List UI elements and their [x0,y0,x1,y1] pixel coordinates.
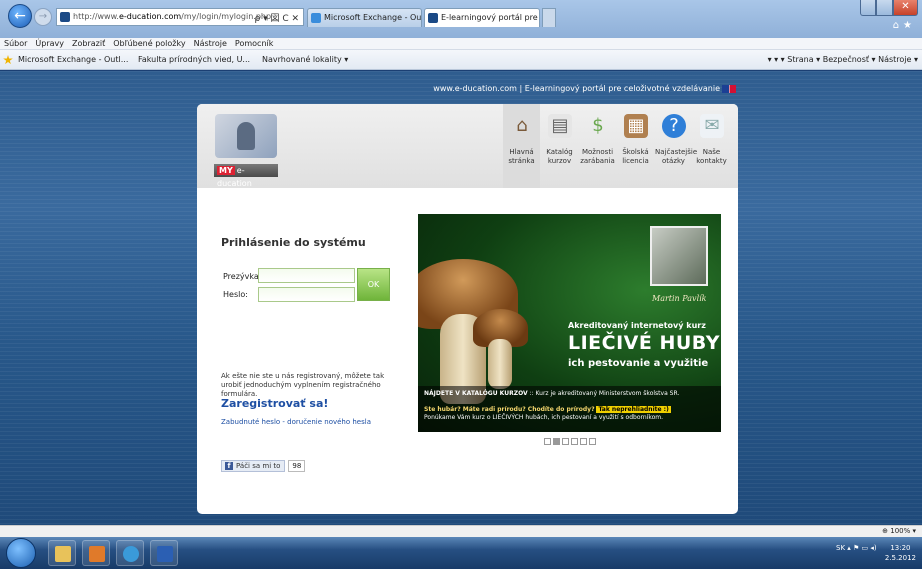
main-nav: ⌂ Hlavná stránka ▤ Katalóg kurzov $ Možn… [502,104,730,188]
facebook-like: Páči sa mi to 98 [221,459,306,472]
outlook-icon [89,546,105,562]
zoom-level[interactable]: ⊕ 100% ▾ [882,526,916,537]
favorite-exchange[interactable]: Microsoft Exchange - Outl... [18,50,128,70]
home-favorites-icons[interactable]: ⌂★ [893,20,916,31]
taskbar-explorer[interactable] [48,540,76,566]
minimize-button[interactable] [860,0,877,16]
address-bar[interactable]: http://www.e-ducation.com/my/login/mylog… [56,8,304,26]
contact-icon: ✉ [700,114,724,138]
tab-education[interactable]: E-learningový portál pre cel... ✕ [424,8,540,27]
tab-label: E-learningový portál pre cel... ✕ [441,13,539,22]
maximize-button[interactable] [876,0,893,16]
catalog-icon: ▤ [548,114,572,138]
clock[interactable]: 13:20 2.5.2012 [885,543,916,563]
new-tab-button[interactable] [542,8,556,27]
taskbar-word[interactable] [150,540,178,566]
menu-edit[interactable]: Úpravy [35,38,64,49]
password-label: Heslo: [223,290,248,299]
favorites-star-icon[interactable] [3,55,13,65]
ie-tab-icon [311,13,321,23]
like-button[interactable]: Páči sa mi to [221,459,286,472]
tab-label: Microsoft Exchange - Outlook ... [324,13,422,22]
language-indicator[interactable]: SK [836,544,845,552]
nav-school-license[interactable]: ▦ Školská licencia [617,104,654,188]
site-tab-icon [428,13,438,23]
pager-dot[interactable] [580,438,587,445]
site-logo[interactable]: MY e-ducation [214,164,278,188]
pager-dot[interactable] [562,438,569,445]
register-link[interactable]: Zaregistrovať sa! [221,397,328,410]
taskbar: SK ▴ ⚑ ▭ ◂) 13:20 2.5.2012 [0,537,922,569]
page-viewport: www.e-ducation.com | E-learningový portá… [0,71,922,525]
status-bar: ⊕ 100% ▾ [0,525,922,537]
username-label: Prezývka: [223,272,262,281]
nav-earnings[interactable]: $ Možnosti zarábania [579,104,616,188]
menu-view[interactable]: Zobraziť [72,38,105,49]
menu-favorites[interactable]: Obľúbené položky [113,38,185,49]
menu-bar: Súbor Úpravy Zobraziť Obľúbené položky N… [0,38,922,50]
banner-info: NÁJDETE V KATALÓGU KURZOV :: Kurz je akr… [418,386,721,432]
word-icon [157,546,173,562]
pager-dot[interactable] [571,438,578,445]
language-flag-icon[interactable] [722,85,736,93]
folder-icon [55,546,71,562]
home-icon: ⌂ [516,115,528,136]
favorite-suggested[interactable]: Navrhované lokality ▾ [262,50,348,70]
logo-image[interactable] [215,114,277,158]
register-note: Ak ešte nie ste u nás registrovaný, môže… [221,372,385,398]
menu-help[interactable]: Pomocník [235,38,273,49]
site-favicon-icon [60,12,70,22]
favorites-bar: Microsoft Exchange - Outl... Fakulta prí… [0,50,922,70]
system-tray: SK ▴ ⚑ ▭ ◂) 13:20 2.5.2012 [836,543,916,563]
banner-title-2: ich pestovanie a využitie [568,358,709,369]
forward-button[interactable]: → [34,8,52,26]
back-button[interactable]: ← [8,4,32,28]
close-window-button[interactable]: ✕ [892,0,918,16]
like-count: 98 [288,459,306,472]
start-button[interactable] [6,538,36,568]
address-tools[interactable]: ρ ▾ 図 C ✕ [255,11,300,24]
taskbar-outlook[interactable] [82,540,110,566]
site-header: MY e-ducation ⌂ Hlavná stránka ▤ Katalóg … [197,104,738,188]
nav-catalog[interactable]: ▤ Katalóg kurzov [541,104,578,188]
nav-home[interactable]: ⌂ Hlavná stránka [503,104,540,188]
command-bar[interactable]: ▾ ▾ ▾ Strana ▾ Bezpečnosť ▾ Nástroje ▾ [768,50,918,70]
author-photo [650,226,708,286]
school-icon: ▦ [624,114,648,138]
banner-title: LIEČIVÉ HUBY [568,332,720,354]
nav-contacts[interactable]: ✉ Naše kontakty [693,104,730,188]
pager-dot-active[interactable] [553,438,560,445]
site-tagline: www.e-ducation.com | E-learningový portá… [190,79,738,99]
browser-titlebar: ← → http://www.e-ducation.com/my/login/m… [0,0,922,38]
favorite-faculty[interactable]: Fakulta prírodných vied, U... [138,50,250,70]
forgot-password-link[interactable]: Zabudnuté heslo - doručenie nového hesla [221,418,371,426]
window-controls: ✕ [860,0,918,16]
question-icon: ? [662,114,686,138]
author-name: Martin Pavlík [652,294,707,303]
password-input[interactable] [258,287,355,302]
menu-tools[interactable]: Nástroje [194,38,227,49]
tab-exchange[interactable]: Microsoft Exchange - Outlook ... [307,8,422,27]
banner-subtitle: Akreditovaný internetový kurz [568,321,706,330]
site-page: MY e-ducation ⌂ Hlavná stránka ▤ Katalóg … [197,104,738,514]
pager-dot[interactable] [589,438,596,445]
nav-faq[interactable]: ? Najčastejšie otázky [655,104,697,188]
menu-file[interactable]: Súbor [4,38,27,49]
ok-button[interactable]: OK [357,268,390,301]
banner-pager [544,438,596,445]
taskbar-ie[interactable] [116,540,144,566]
ie-icon [123,546,139,562]
promo-banner[interactable]: Martin Pavlík Akreditovaný internetový k… [418,214,721,432]
address-url[interactable]: http://www.e-ducation.com/my/login/mylog… [73,12,271,21]
banner-tag: Tak neprehliadnite :) [596,406,671,413]
money-icon: $ [592,115,604,136]
pager-dot[interactable] [544,438,551,445]
login-title: Prihlásenie do systému [221,236,366,249]
username-input[interactable] [258,268,355,283]
